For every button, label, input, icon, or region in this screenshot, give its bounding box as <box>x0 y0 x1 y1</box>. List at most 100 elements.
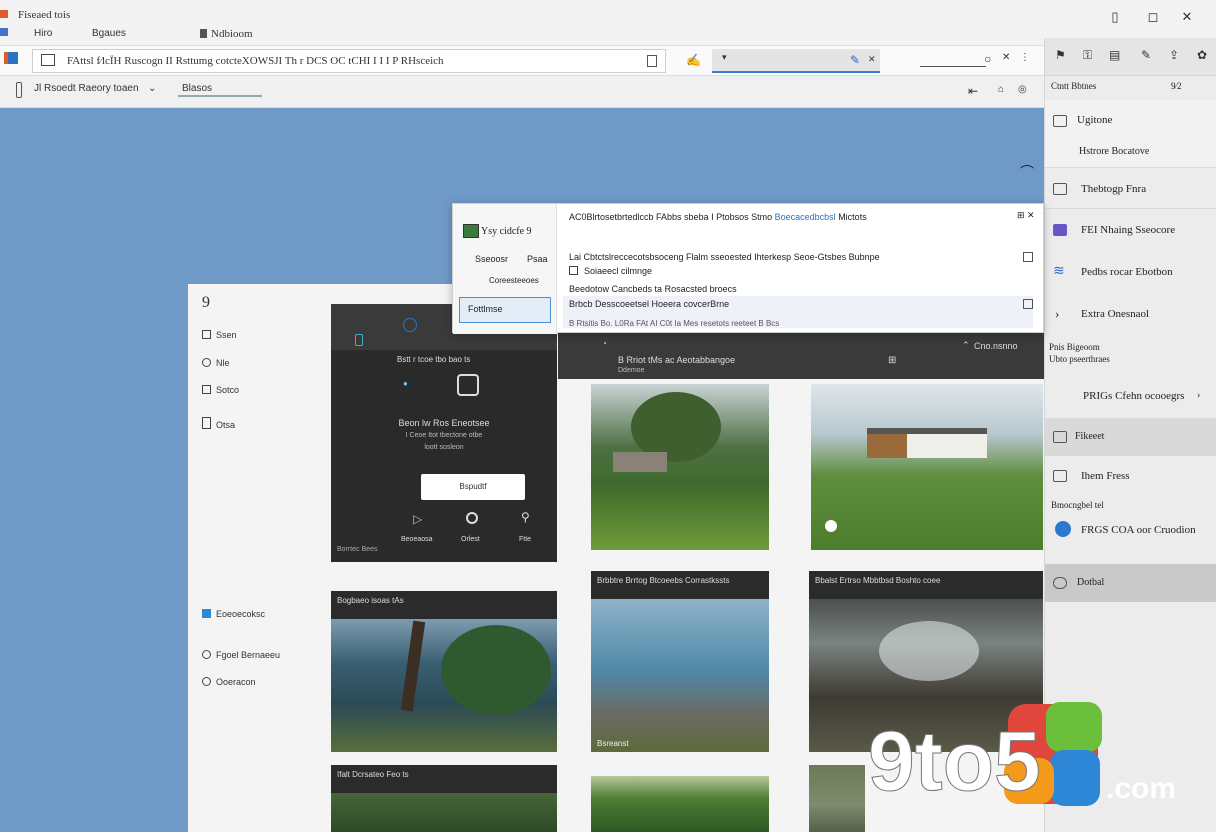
sidebar-item-otsa[interactable]: Otsa <box>202 417 235 430</box>
rp-item-label: Hstrore Bocatove <box>1079 146 1150 157</box>
popup-nav-psaa[interactable]: Psaa <box>527 254 548 264</box>
sidebar-item-label: Ssen <box>216 330 237 340</box>
photo-tile-coast[interactable]: Brbbtre Brrtog Btcoeebs Corrastkssts Bsr… <box>591 571 769 752</box>
tile-caption: Bbalst Ertrso Mbbtbsd Boshto coee <box>809 571 1043 599</box>
right-pane-toolbar: ⚑ ⚿ ▤ ✎ ⇪ ✿ <box>1045 38 1216 76</box>
location-pin-icon[interactable] <box>825 520 837 532</box>
record-icon[interactable] <box>466 512 478 524</box>
popup-row-2: Lai Cbtctslreccecotsbsoceng Flalm sseoes… <box>569 252 880 262</box>
popup-row-5-icon[interactable] <box>1023 299 1033 309</box>
chevron-down-icon[interactable]: ⌄ <box>148 83 156 94</box>
pencil-icon[interactable]: ✎ <box>1141 48 1151 62</box>
strip-title: B Rriot tMs ac Aeotabbangoe <box>618 355 736 365</box>
popup-title: Ysy cidcfe 9 <box>481 226 532 237</box>
card-subtitle-1: I Ceoe Itot tbectone otbe <box>405 432 483 439</box>
strip-chevron-icon[interactable]: ⌃ <box>962 340 970 351</box>
sidebar-item-ssen[interactable]: Ssen <box>202 330 237 340</box>
checkbox-icon[interactable] <box>569 266 578 275</box>
card-title: Beon lw Ros Eneotsee <box>398 418 490 428</box>
strip-right: Cno.nsnno <box>974 341 1018 351</box>
photo-tile-house[interactable] <box>811 384 1043 550</box>
tab-ndbioom[interactable]: Ndbioom <box>200 28 253 40</box>
popup-nav-label: Fottlmse <box>468 304 503 314</box>
card-square-icon[interactable] <box>457 374 479 396</box>
wifi-icon: ≋ <box>1053 264 1065 279</box>
rp-item-label: FEI Nhaing Sseocore <box>1081 224 1176 236</box>
sidebar-item-nle[interactable]: Nle <box>202 358 230 368</box>
sidebar-item-eoeoecoksc[interactable]: Eoeoecoksc <box>202 609 265 619</box>
rp-item-label: Thebtogp Fnra <box>1081 183 1147 195</box>
drive-icon <box>1053 577 1067 589</box>
gear-icon[interactable]: ✿ <box>1197 48 1207 62</box>
sidebar-item-label: Otsa <box>216 420 236 430</box>
header-count: 9⁄2 <box>1171 81 1182 91</box>
photo-tile-lake[interactable]: Bogbaeo isoas tAs <box>331 591 557 752</box>
breadcrumb-secondary[interactable]: Blasos <box>182 83 212 94</box>
popup-row-2-icon[interactable] <box>1023 252 1033 262</box>
close-search-icon[interactable]: ✕ <box>1002 52 1010 63</box>
photo-spray <box>879 621 979 681</box>
share-icon[interactable]: ⇪ <box>1169 48 1179 62</box>
photo-tile-garden[interactable]: Ifalt Dcrsateo Feo ts <box>331 765 557 832</box>
more-icon[interactable]: ⋮ <box>1020 52 1030 63</box>
tab-hiro[interactable]: Hiro <box>34 28 52 39</box>
mic-icon[interactable]: ⚲ <box>521 510 530 524</box>
tab-icon <box>200 29 207 38</box>
minimize-button[interactable]: ▯ <box>1106 8 1124 26</box>
popup-link[interactable]: Boecacedbcbsl <box>775 212 836 222</box>
sidebar-item-sotco[interactable]: Sotco <box>202 385 239 395</box>
strip-grid-icon[interactable]: ⊞ <box>888 355 896 366</box>
edit-icon[interactable]: ✎ <box>850 53 860 67</box>
folder-icon <box>202 330 211 339</box>
lock-icon[interactable]: ⚿ <box>1083 48 1092 63</box>
card-header: Bstt r tcoe tbo bao ts <box>397 355 471 364</box>
popup-nav-sseoosr[interactable]: Sseoosr <box>475 254 508 264</box>
search-icon[interactable]: ○ <box>984 52 991 66</box>
close-button[interactable]: ✕ <box>1178 8 1196 26</box>
document-icon <box>202 385 211 394</box>
sidebar-item-ooeracon[interactable]: Ooeracon <box>202 677 256 687</box>
progress-line <box>178 95 262 97</box>
user-icon <box>1055 521 1071 537</box>
popup-nav-coreesteeoes[interactable]: Coreesteeoes <box>489 276 539 285</box>
page-icon <box>202 417 211 429</box>
search-underline <box>920 66 986 67</box>
photo-tile-village[interactable] <box>809 765 865 832</box>
share-icon[interactable]: ⇤ <box>968 84 978 98</box>
document-icon[interactable]: ▤ <box>1109 48 1120 62</box>
dark-info-card: Bstt r tcoe tbo bao ts ● Beon lw Ros Ene… <box>331 304 557 562</box>
address-field[interactable]: FAttsl f⁄lcÏH Ruscogn II Rsttumg cotcteX… <box>32 49 666 73</box>
play-icon[interactable]: ▷ <box>413 512 422 526</box>
house-icon[interactable]: ⌂ <box>998 84 1004 95</box>
cursor-icon: ▾ <box>722 52 727 62</box>
tab-bgaues[interactable]: Bgaues <box>92 28 126 39</box>
folder-icon <box>202 609 211 618</box>
flag-icon[interactable]: ⚑ <box>1055 48 1066 62</box>
photo-tile-plants[interactable] <box>591 776 769 832</box>
rp-item-label: Extra Onesnaol <box>1081 308 1150 320</box>
pen-icon[interactable]: ✍ <box>686 53 701 67</box>
sidebar-item-label: Ooeracon <box>216 677 256 687</box>
photo-house-wood <box>867 434 907 458</box>
options-icon[interactable]: ◎ <box>1018 84 1027 95</box>
breadcrumb-main[interactable]: Jl Rsoedt Raeory toaen <box>34 83 139 94</box>
status-circle-icon <box>403 318 417 332</box>
toolbar-field[interactable]: ▾ ✎ ✕ <box>712 49 880 73</box>
rp-item-label: Fikeeet <box>1075 431 1105 442</box>
cross-icon[interactable]: ✕ <box>868 54 876 65</box>
popup-close-icon[interactable]: ⊞ ✕ <box>1017 210 1035 221</box>
save-icon[interactable] <box>647 55 657 67</box>
photo-tile-forest[interactable] <box>591 384 769 550</box>
logo-suffix: .com <box>1106 772 1176 805</box>
card-label-2: Orlest <box>461 536 480 543</box>
card-label-3: Ftte <box>519 536 532 543</box>
card-label-1: Beoeaosa <box>401 536 433 543</box>
popup-nav-selected[interactable]: Fottlmse <box>459 297 551 323</box>
restore-button[interactable]: ◻ <box>1144 8 1162 26</box>
card-button[interactable]: Bspudtf <box>421 474 525 500</box>
chevron-right-icon: › <box>1197 390 1201 401</box>
sidebar-item-fgoel[interactable]: Fgoel Bernaeeu <box>202 650 280 660</box>
rp-item-label: Dotbal <box>1077 577 1105 588</box>
popup-row-text: AC0Blrtosetbrtedlccb FAbbs sbeba I Ptobs… <box>569 212 773 222</box>
wifi-signal-icon[interactable]: ⌒ <box>1020 162 1034 182</box>
